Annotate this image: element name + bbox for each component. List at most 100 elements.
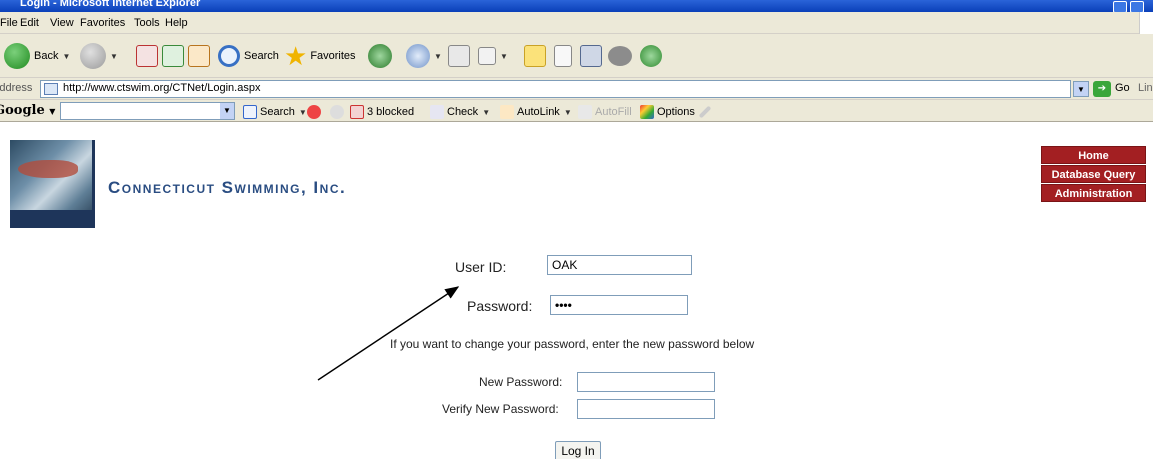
autolink-button[interactable]: AutoLink ▼ bbox=[500, 105, 572, 119]
userid-field[interactable]: OAK bbox=[547, 255, 692, 275]
print-button[interactable] bbox=[448, 42, 470, 70]
forward-button[interactable]: ▼ bbox=[80, 42, 118, 70]
google-toolbar: Google ▼ ▼ Search ▼ 3 blocked Check ▼ Au… bbox=[0, 100, 1153, 122]
google-search-label: Search bbox=[260, 106, 295, 118]
password-value: •••• bbox=[555, 298, 572, 312]
highlighter-button[interactable] bbox=[698, 105, 712, 119]
google-search-input[interactable]: ▼ bbox=[60, 102, 235, 120]
favorites-button[interactable]: ★ Favorites bbox=[284, 42, 356, 70]
discuss-button[interactable] bbox=[524, 42, 546, 70]
check-label: Check bbox=[447, 106, 479, 118]
google-search-button[interactable]: Search ▼ bbox=[243, 105, 307, 119]
favorites-label: Favorites bbox=[310, 50, 356, 62]
refresh-button[interactable] bbox=[162, 42, 184, 70]
go-button[interactable]: Go bbox=[1115, 82, 1130, 94]
go-arrow-icon[interactable]: ➔ bbox=[1093, 81, 1111, 97]
window-title: Login - Microsoft Internet Explorer bbox=[20, 0, 201, 9]
menu-file[interactable]: File bbox=[0, 17, 18, 29]
window-title-bar: Login - Microsoft Internet Explorer bbox=[0, 0, 1153, 12]
buddies-button[interactable] bbox=[640, 42, 662, 70]
folder-icon bbox=[524, 45, 546, 67]
site-logo-image bbox=[10, 140, 95, 228]
links-button[interactable]: Links bbox=[1138, 82, 1153, 94]
nav-database-query[interactable]: Database Query bbox=[1041, 165, 1146, 183]
research-button[interactable] bbox=[554, 42, 572, 70]
history-button[interactable] bbox=[368, 42, 392, 70]
chevron-down-icon: ▼ bbox=[298, 107, 307, 117]
verify-password-label: Verify New Password: bbox=[442, 402, 559, 416]
options-button[interactable]: Options bbox=[640, 105, 695, 119]
edit-icon bbox=[478, 47, 496, 65]
change-password-info: If you want to change your password, ent… bbox=[390, 337, 755, 351]
site-title: Connecticut Swimming, Inc. bbox=[108, 178, 347, 197]
back-arrow-icon bbox=[4, 43, 30, 69]
options-label: Options bbox=[657, 106, 695, 118]
document-icon bbox=[554, 45, 572, 67]
chevron-down-icon: ▼ bbox=[434, 51, 442, 61]
chevron-down-icon: ▼ bbox=[500, 51, 508, 61]
options-icon bbox=[640, 105, 654, 119]
edit-button[interactable]: ▼ bbox=[478, 42, 508, 70]
chevron-down-icon: ▼ bbox=[482, 107, 491, 117]
autofill-label: AutoFill bbox=[595, 106, 632, 118]
people-icon bbox=[640, 45, 662, 67]
nav-home[interactable]: Home bbox=[1041, 146, 1146, 164]
refresh-icon bbox=[162, 45, 184, 67]
maximize-button[interactable] bbox=[1130, 1, 1144, 12]
books-icon bbox=[580, 45, 602, 67]
messenger-button[interactable] bbox=[580, 42, 602, 70]
page-icon bbox=[44, 83, 58, 95]
popup-blocker-button[interactable]: 3 blocked bbox=[350, 105, 414, 119]
forward-arrow-icon bbox=[80, 43, 106, 69]
login-button[interactable]: Log In bbox=[555, 441, 601, 459]
menu-help[interactable]: Help bbox=[165, 17, 188, 29]
minimize-button[interactable] bbox=[1113, 1, 1127, 12]
back-label: Back bbox=[34, 50, 59, 62]
menu-edit[interactable]: Edit bbox=[20, 17, 39, 29]
search-label: Search bbox=[244, 50, 279, 62]
address-dropdown[interactable]: ▼ bbox=[1073, 81, 1089, 97]
address-input[interactable]: http://www.ctswim.org/CTNet/Login.aspx bbox=[40, 80, 1071, 98]
spellcheck-button[interactable]: Check ▼ bbox=[430, 105, 490, 119]
userid-value: OAK bbox=[552, 258, 578, 272]
pagerank-button[interactable] bbox=[307, 105, 324, 119]
pencil-icon bbox=[698, 105, 712, 119]
star-icon: ★ bbox=[284, 41, 308, 71]
windows-logo-icon bbox=[1139, 12, 1153, 34]
chat-button[interactable] bbox=[608, 42, 632, 70]
new-password-label: New Password: bbox=[479, 375, 563, 389]
mail-icon bbox=[406, 44, 430, 68]
chevron-down-icon: ▼ bbox=[62, 51, 71, 61]
userid-label: User ID: bbox=[455, 259, 507, 275]
password-label: Password: bbox=[467, 298, 533, 314]
google-logo[interactable]: Google ▼ bbox=[0, 103, 55, 118]
google-search-dropdown[interactable]: ▼ bbox=[220, 103, 234, 119]
autolink-label: AutoLink bbox=[517, 106, 560, 118]
menu-favorites[interactable]: Favorites bbox=[80, 17, 125, 29]
search-button[interactable]: Search bbox=[218, 42, 279, 70]
history-icon bbox=[368, 44, 392, 68]
stop-button[interactable] bbox=[136, 42, 158, 70]
chevron-down-icon: ▼ bbox=[49, 106, 56, 116]
logo-bar bbox=[10, 210, 95, 228]
verify-password-field[interactable] bbox=[577, 399, 715, 419]
blocked-label: 3 blocked bbox=[367, 106, 415, 118]
stop-icon bbox=[136, 45, 158, 67]
chevron-down-icon: ▼ bbox=[563, 107, 572, 117]
address-url: http://www.ctswim.org/CTNet/Login.aspx bbox=[63, 82, 261, 94]
nav-administration[interactable]: Administration bbox=[1041, 184, 1146, 202]
autofill-button[interactable]: AutoFill bbox=[578, 105, 632, 119]
standard-toolbar: Back ▼ ▼ Search ★ Favorites ▼ ▼ bbox=[0, 34, 1153, 78]
news-button[interactable] bbox=[330, 105, 347, 119]
address-label: Address bbox=[0, 82, 33, 94]
back-button[interactable]: Back ▼ bbox=[4, 42, 70, 70]
mail-button[interactable]: ▼ bbox=[406, 42, 442, 70]
spellcheck-icon bbox=[430, 105, 444, 119]
password-field[interactable]: •••• bbox=[550, 295, 688, 315]
autofill-icon bbox=[578, 105, 592, 119]
menu-tools[interactable]: Tools bbox=[134, 17, 160, 29]
new-password-field[interactable] bbox=[577, 372, 715, 392]
menu-view[interactable]: View bbox=[50, 17, 74, 29]
address-bar: Address http://www.ctswim.org/CTNet/Logi… bbox=[0, 78, 1153, 100]
home-button[interactable] bbox=[188, 42, 210, 70]
